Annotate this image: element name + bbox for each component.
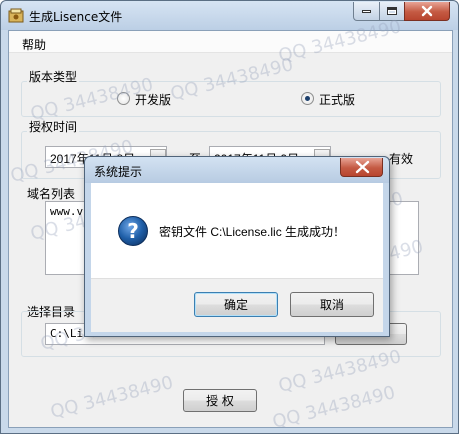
title-bar[interactable]: 生成Lisence文件: [1, 1, 458, 30]
dialog-message: 密钥文件 C:\License.lic 生成成功！: [159, 225, 346, 239]
menu-bar: 帮助: [9, 31, 452, 53]
radio-dev-version-label[interactable]: 开发版: [135, 91, 171, 108]
domain-list-value: www.v: [50, 205, 84, 218]
svg-text:?: ?: [127, 219, 139, 243]
dialog-close-button[interactable]: [340, 158, 383, 177]
maximize-icon: [387, 7, 397, 15]
cancel-button-label: 取消: [319, 298, 344, 312]
ok-button-label: 确定: [223, 298, 248, 312]
ok-button[interactable]: 确定: [194, 292, 278, 317]
version-type-label: 版本类型: [27, 68, 80, 85]
watermark: QQ 34438490: [48, 372, 176, 423]
window-title: 生成Lisence文件: [29, 10, 123, 24]
minimize-button[interactable]: [353, 2, 380, 21]
radio-release-version-label[interactable]: 正式版: [319, 91, 355, 108]
minimize-icon: [362, 9, 371, 13]
maximize-button[interactable]: [379, 2, 405, 21]
version-type-group: [21, 81, 441, 117]
authorize-button-label: 授 权: [206, 394, 234, 408]
domain-list-label: 域名列表: [27, 187, 76, 201]
auth-time-label: 授权时间: [27, 118, 80, 135]
app-icon: [8, 8, 24, 23]
dialog-title-bar[interactable]: 系统提示: [85, 157, 389, 183]
message-dialog: 系统提示 ? 密钥文件 C:\License.lic 生成成功！ 确定 取消: [84, 156, 390, 337]
close-icon: [355, 160, 370, 174]
dialog-footer: 确定 取消: [91, 278, 383, 332]
close-button[interactable]: [404, 2, 450, 21]
watermark: QQ 34438490: [270, 382, 398, 433]
authorize-button[interactable]: 授 权: [183, 389, 257, 412]
close-icon: [421, 5, 433, 17]
question-icon: ?: [118, 216, 148, 246]
radio-dev-version[interactable]: [117, 92, 130, 105]
cancel-button[interactable]: 取消: [290, 292, 374, 317]
radio-release-version[interactable]: [301, 92, 314, 105]
auth-time-suffix: 有效: [389, 152, 414, 166]
dialog-title: 系统提示: [94, 165, 143, 179]
menu-item-help[interactable]: 帮助: [22, 36, 46, 53]
